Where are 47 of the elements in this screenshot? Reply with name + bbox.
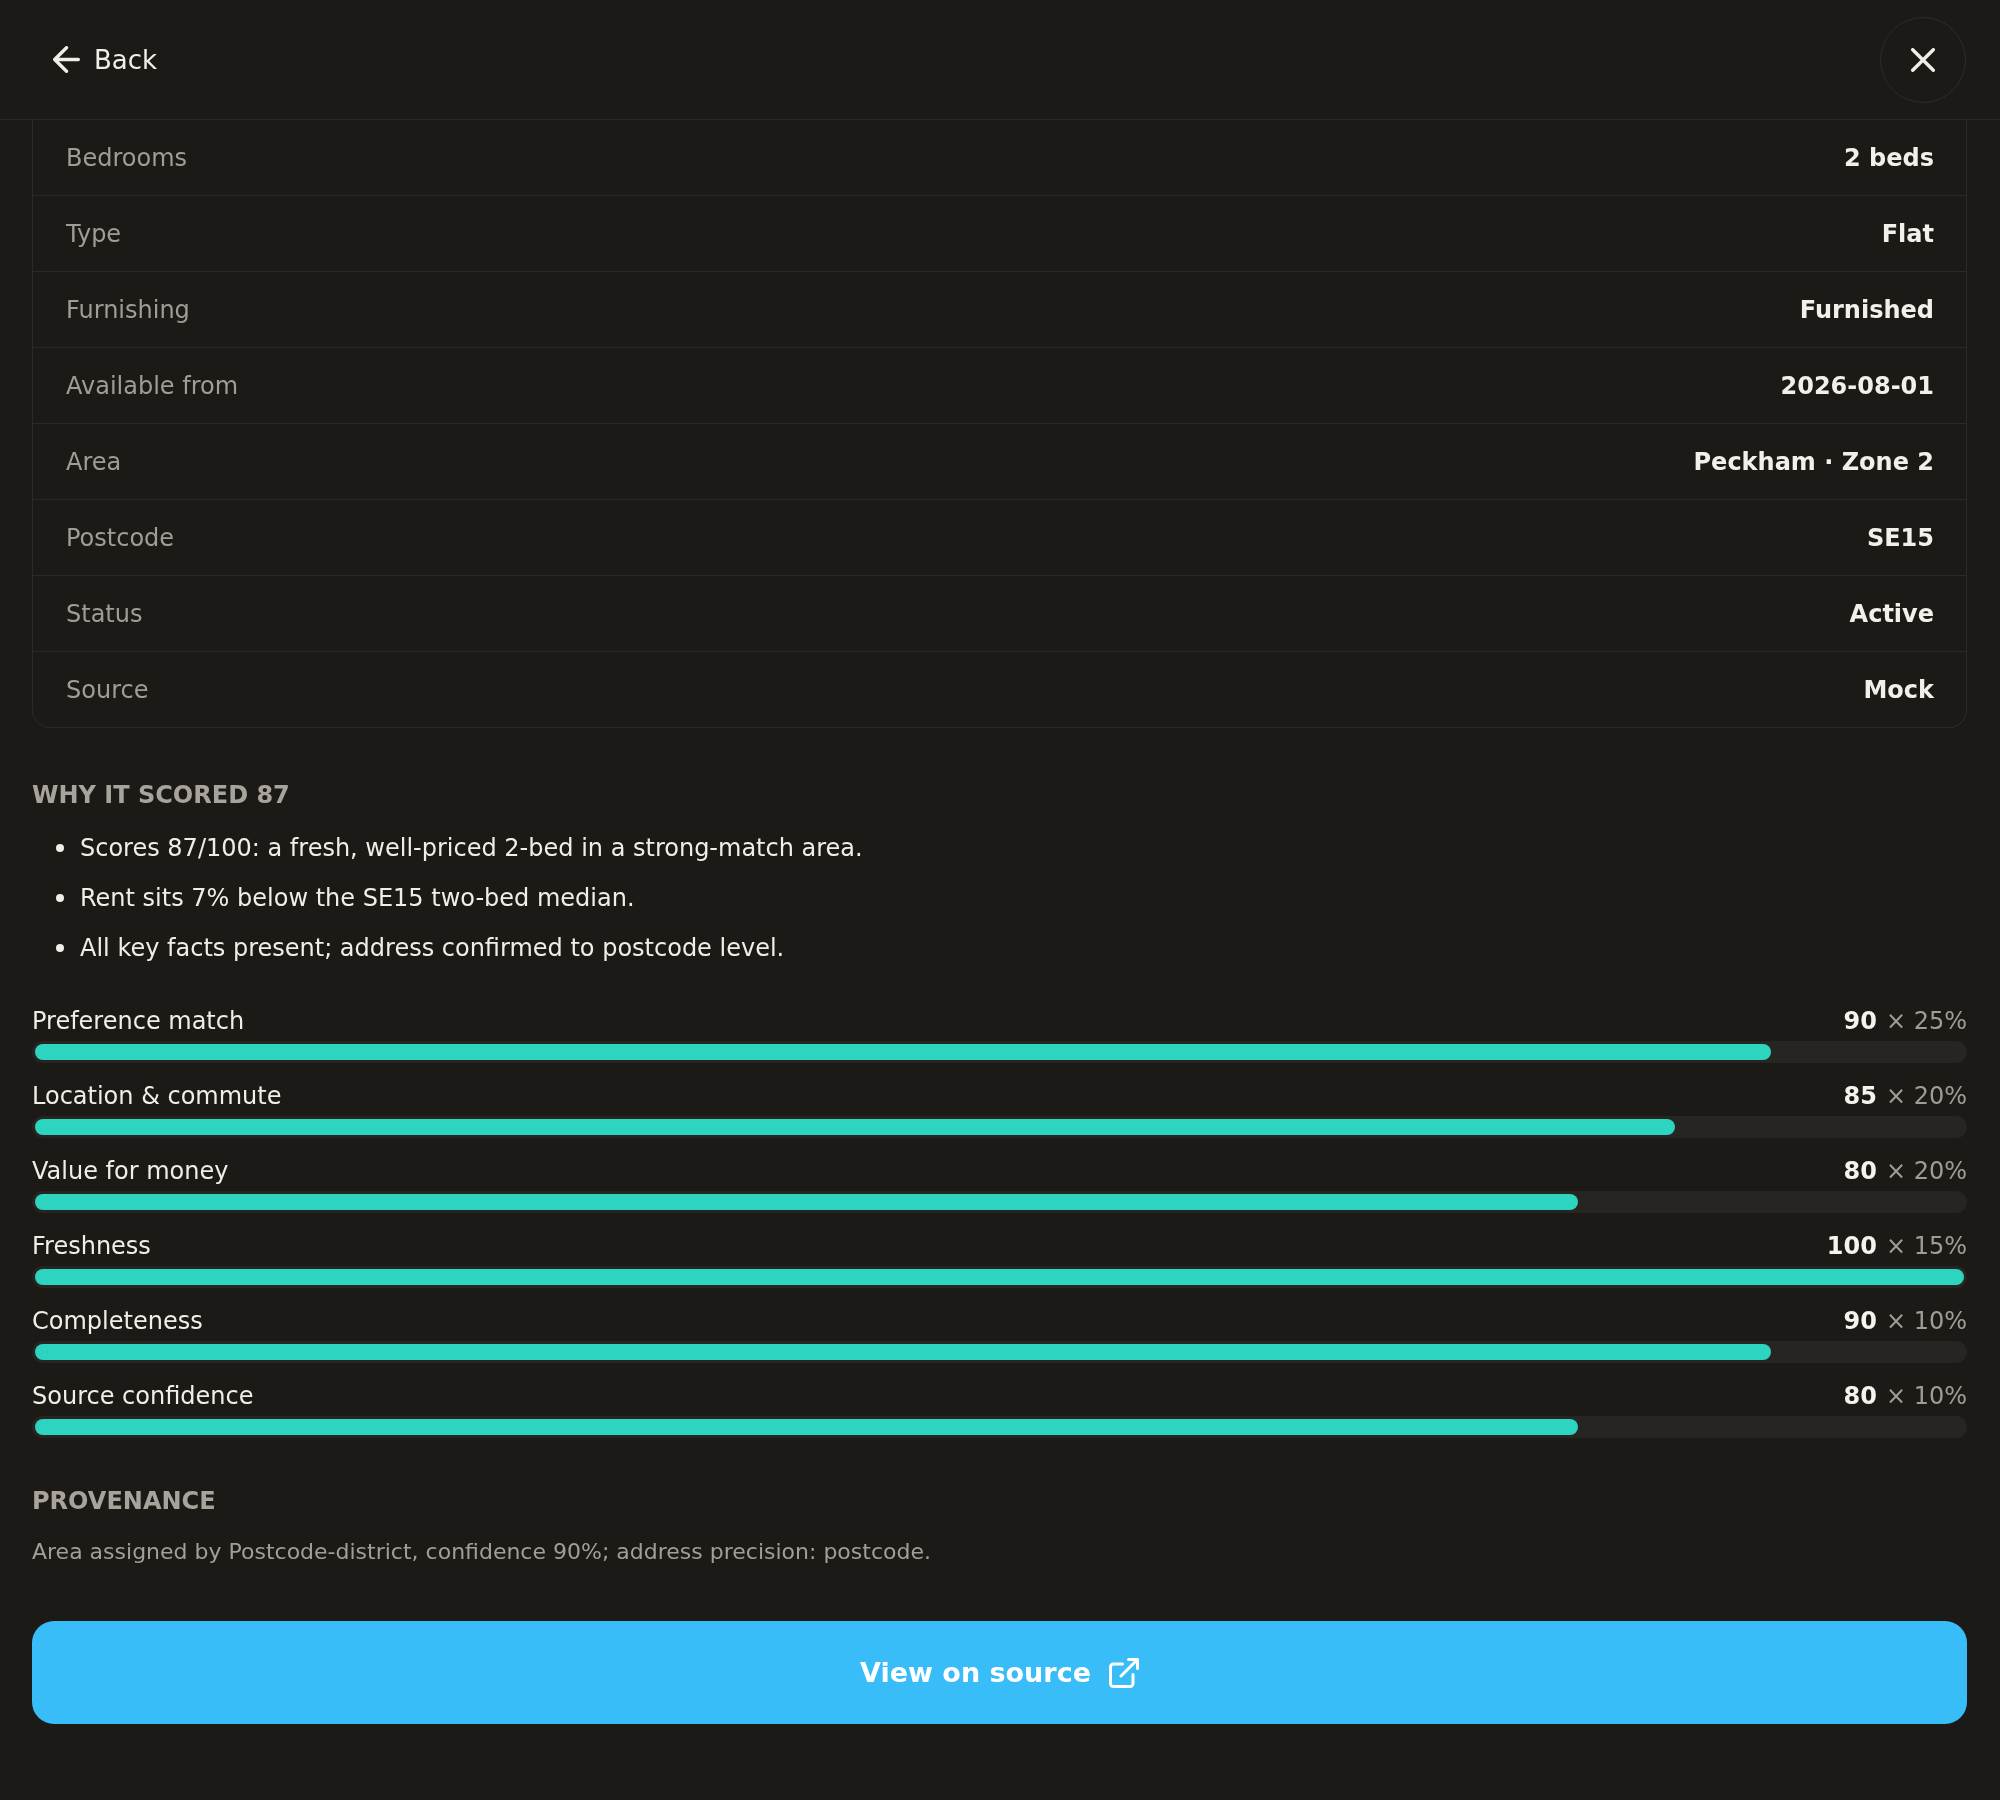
- reason-text: Rent sits 7% below the SE15 two-bed median.: [80, 883, 635, 914]
- factor-score: 80: [1843, 1157, 1877, 1185]
- factor-score: 80: [1843, 1382, 1877, 1410]
- factor-label: Preference match: [32, 1007, 245, 1035]
- reason-text: All key facts present; address confirmed to postcode level.: [80, 933, 785, 964]
- factor-weight: × 20%: [1885, 1082, 1967, 1110]
- section-heading: WHY IT SCORED 87: [32, 780, 290, 810]
- factor-score: 90: [1843, 1307, 1877, 1335]
- detail-value: Mock: [1863, 675, 1934, 704]
- reason-text: Scores 87/100: a fresh, well-priced 2-bed in a strong-match area.: [80, 833, 863, 864]
- bullet-icon: [56, 894, 64, 902]
- factor-score: 90: [1843, 1007, 1877, 1035]
- detail-label: Source: [66, 675, 149, 704]
- provenance-text: Area assigned by Postcode-district, confidence 90%; address precision: postcode.: [32, 1538, 931, 1566]
- detail-value: Peckham · Zone 2: [1693, 447, 1934, 476]
- factor-weight: × 10%: [1885, 1307, 1967, 1335]
- detail-label: Area: [66, 447, 122, 476]
- detail-value: Active: [1849, 599, 1934, 628]
- detail-label: Type: [66, 219, 122, 248]
- section-heading: PROVENANCE: [32, 1486, 216, 1516]
- close-icon: [1911, 47, 1935, 72]
- detail-value: SE15: [1866, 523, 1934, 552]
- factor-weight: × 10%: [1885, 1382, 1967, 1410]
- bullet-icon: [56, 844, 64, 852]
- factor-weight: × 25%: [1885, 1007, 1967, 1035]
- detail-label: Furnishing: [66, 295, 190, 324]
- external-link-icon: [1109, 1657, 1139, 1688]
- detail-label: Postcode: [66, 523, 175, 552]
- factor-label: Freshness: [32, 1232, 151, 1260]
- detail-value: Furnished: [1799, 295, 1934, 324]
- factor-score: 85: [1843, 1082, 1877, 1110]
- detail-value: 2026-08-01: [1780, 371, 1934, 400]
- factor-label: Completeness: [32, 1307, 203, 1335]
- bullet-icon: [56, 944, 64, 952]
- factor-weight: × 20%: [1885, 1157, 1967, 1185]
- detail-label: Available from: [66, 371, 239, 400]
- factor-label: Source confidence: [32, 1382, 254, 1410]
- factor-score: 100: [1826, 1232, 1877, 1260]
- detail-value: Flat: [1881, 219, 1934, 248]
- detail-label: Bedrooms: [66, 143, 188, 172]
- factor-label: Location & commute: [32, 1082, 282, 1110]
- factor-label: Value for money: [32, 1157, 229, 1185]
- factor-weight: × 15%: [1885, 1232, 1967, 1260]
- detail-label: Status: [66, 599, 143, 628]
- detail-value: 2 beds: [1844, 143, 1934, 172]
- back-arrow-icon: [53, 46, 80, 73]
- back-button[interactable]: Back: [53, 43, 158, 76]
